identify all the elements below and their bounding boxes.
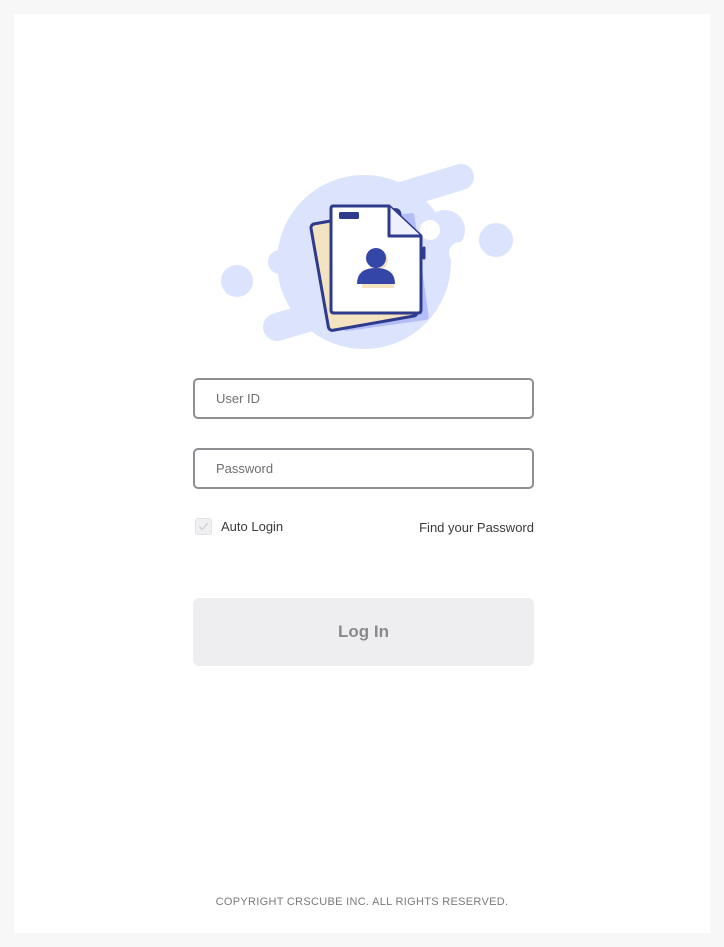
login-options-row: Auto Login Find your Password <box>195 518 534 538</box>
copyright-text: COPYRIGHT CRSCUBE INC. ALL RIGHTS RESERV… <box>215 896 509 908</box>
password-field[interactable] <box>193 448 534 489</box>
login-page: Auto Login Find your Password Log In COP… <box>14 14 710 933</box>
password-input[interactable] <box>195 450 532 487</box>
find-password-link[interactable]: Find your Password <box>419 520 534 535</box>
user-id-input[interactable] <box>195 380 532 417</box>
auto-login-label: Auto Login <box>221 519 284 534</box>
login-button[interactable]: Log In <box>193 598 534 666</box>
check-icon <box>198 522 209 531</box>
document-profile-illustration <box>221 164 513 349</box>
auto-login-checkbox[interactable] <box>195 518 212 535</box>
auto-login-toggle[interactable]: Auto Login <box>195 518 283 535</box>
user-id-field[interactable] <box>193 378 534 419</box>
